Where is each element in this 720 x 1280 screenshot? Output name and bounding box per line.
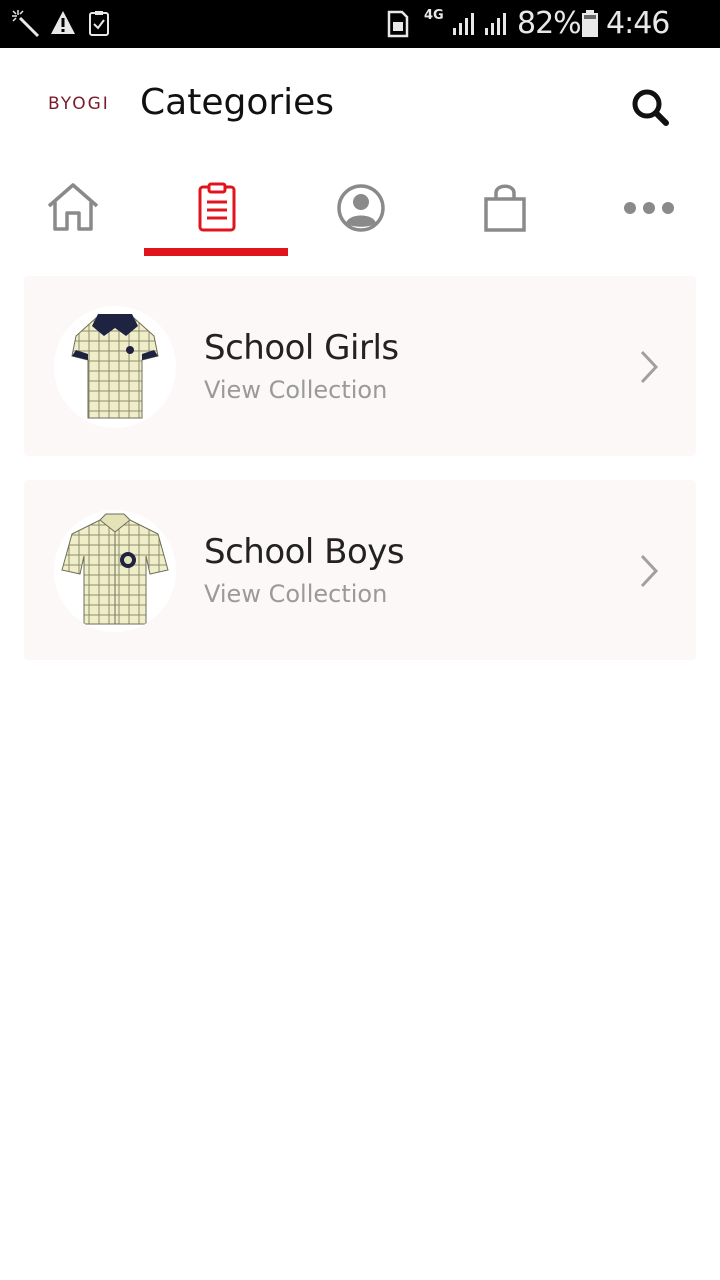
search-button[interactable] (628, 86, 672, 130)
battery-level: 82% (517, 6, 582, 41)
category-title: School Boys (204, 532, 405, 572)
tab-cart[interactable] (432, 158, 576, 258)
network-type: 4G (424, 8, 444, 23)
tab-more[interactable] (576, 158, 720, 258)
category-card-school-girls[interactable]: School Girls View Collection (24, 276, 696, 456)
chevron-right-icon (640, 554, 659, 588)
active-tab-indicator (144, 248, 288, 256)
view-collection-link[interactable]: View Collection (204, 580, 387, 608)
view-collection-link[interactable]: View Collection (204, 376, 387, 404)
warning-icon (50, 10, 76, 41)
category-card-school-boys[interactable]: School Boys View Collection (24, 480, 696, 660)
tab-home[interactable] (0, 158, 144, 258)
magic-wand-icon (12, 10, 40, 43)
user-icon (337, 184, 385, 232)
girls-shirt-image (71, 314, 159, 419)
battery-icon (581, 10, 599, 43)
app-header: BYOGI Categories (0, 48, 720, 158)
chevron-right-icon (640, 350, 659, 384)
brand-logo[interactable]: BYOGI (48, 94, 110, 114)
signal-icon (484, 10, 512, 41)
boys-shirt-image (61, 513, 169, 625)
category-thumbnail (54, 510, 176, 632)
page-title: Categories (140, 82, 335, 123)
tab-categories[interactable] (144, 158, 288, 258)
tab-account[interactable] (288, 158, 432, 258)
search-icon (632, 89, 669, 126)
sim-card-icon (387, 10, 409, 43)
shopping-bag-icon (484, 184, 526, 232)
more-dots-icon (624, 202, 674, 214)
category-thumbnail (54, 306, 176, 428)
clipboard-icon (198, 182, 236, 232)
clipboard-check-icon (88, 10, 110, 41)
signal-icon (452, 10, 480, 41)
home-icon (47, 183, 99, 231)
status-bar: 4G 82% 4:46 pm (0, 0, 720, 76)
category-title: School Girls (204, 328, 399, 368)
category-list: School Girls View Collection School Boys… (24, 276, 696, 684)
tab-bar (0, 158, 720, 258)
